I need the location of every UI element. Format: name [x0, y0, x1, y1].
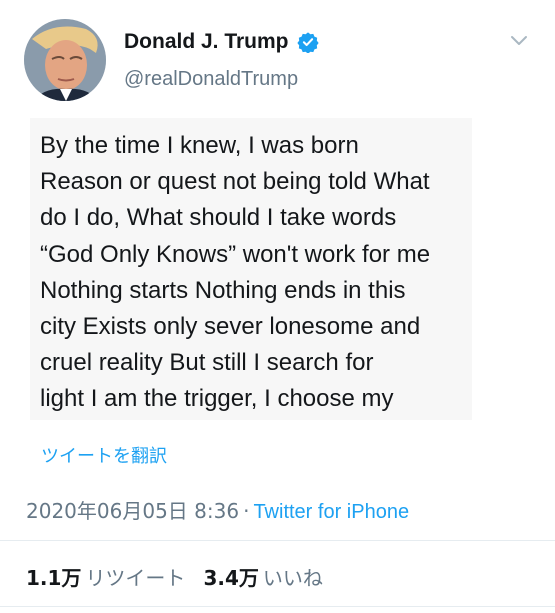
- avatar[interactable]: [24, 19, 106, 101]
- translate-tweet-link[interactable]: ツイートを翻訳: [41, 442, 167, 468]
- tweet-text: By the time I knew, I was born Reason or…: [30, 118, 472, 420]
- retweets-count: 1.1万: [26, 566, 82, 590]
- chevron-down-icon[interactable]: [510, 35, 528, 47]
- tweet-stats: 1.1万 リツイート 3.4万 いいね: [26, 562, 323, 591]
- retweets-stat[interactable]: 1.1万 リツイート: [26, 566, 185, 590]
- meta-separator: ·: [243, 499, 250, 523]
- likes-label: いいね: [262, 566, 323, 590]
- retweets-label: リツイート: [85, 566, 186, 590]
- tweet-header: Donald J. Trump @realDonaldTrump: [0, 0, 555, 120]
- name-row: Donald J. Trump: [124, 30, 319, 54]
- tweet-datetime[interactable]: 2020年06月05日 8:36: [26, 499, 239, 523]
- likes-count: 3.4万: [203, 566, 259, 590]
- verified-badge-icon: [296, 32, 319, 53]
- tweet-meta: 2020年06月05日 8:36 · Twitter for iPhone: [26, 495, 409, 524]
- divider-bottom: [0, 606, 555, 607]
- likes-stat[interactable]: 3.4万 いいね: [203, 566, 322, 590]
- display-name[interactable]: Donald J. Trump: [124, 30, 289, 54]
- divider: [0, 540, 555, 541]
- user-handle[interactable]: @realDonaldTrump: [124, 68, 298, 91]
- avatar-image: [24, 19, 106, 101]
- tweet-source-link[interactable]: Twitter for iPhone: [253, 501, 409, 523]
